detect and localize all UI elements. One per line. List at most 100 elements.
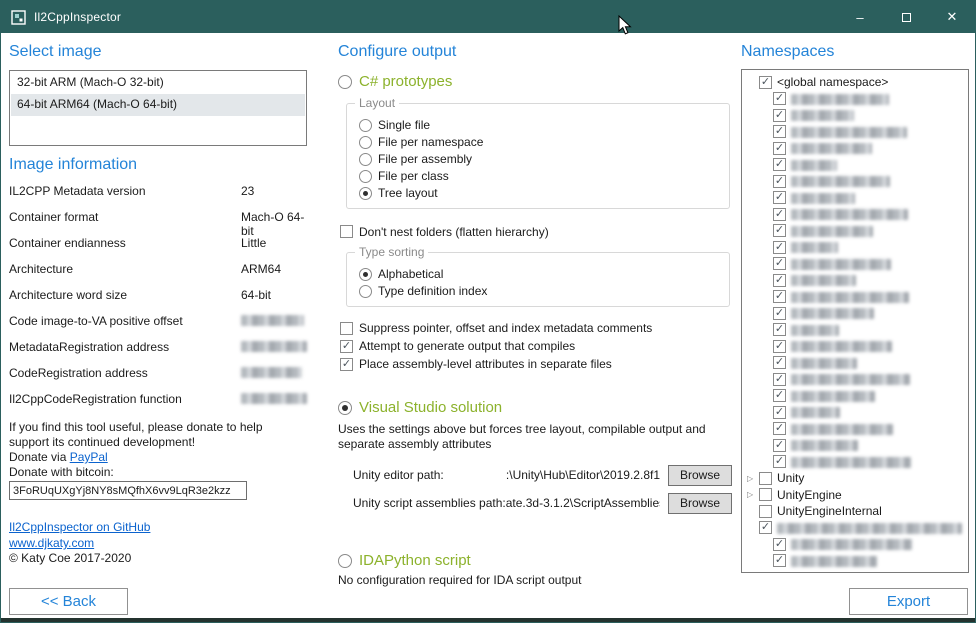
output-option[interactable]: ✓Place assembly-level attributes in sepa… [340,355,732,373]
radio-icon [359,187,372,200]
namespace-item[interactable]: ✓ [744,173,966,190]
csharp-prototypes-radio[interactable]: C# prototypes [338,73,732,90]
layout-option[interactable]: File per class [359,168,719,184]
namespace-item[interactable]: ✓ [744,91,966,108]
namespace-item[interactable]: ✓ [744,272,966,289]
configure-output-section: Configure output C# prototypes Layout Si… [338,33,732,588]
namespace-item[interactable]: ✓<global namespace> [744,74,966,91]
namespace-item[interactable]: ✓ [744,437,966,454]
namespace-item[interactable]: ✓ [744,256,966,273]
type-sorting-option[interactable]: Alphabetical [359,266,719,282]
unity-editor-path-label: Unity editor path: [353,468,444,482]
checkbox-icon[interactable]: ✓ [759,521,772,534]
layout-option[interactable]: Single file [359,117,719,133]
namespace-item[interactable]: ✓ [744,520,966,537]
unity-script-path-value[interactable]: ate.3d-3.1.2\ScriptAssemblies [506,496,660,510]
output-option[interactable]: Suppress pointer, offset and index metad… [340,319,732,337]
checkbox-icon[interactable] [759,472,772,485]
image-list-item[interactable]: 64-bit ARM64 (Mach-O 64-bit) [11,94,305,116]
bitcoin-address-input[interactable] [9,481,247,500]
namespace-item[interactable]: ✓ [744,206,966,223]
layout-option[interactable]: File per namespace [359,134,719,150]
checkbox-icon[interactable]: ✓ [773,92,786,105]
back-button[interactable]: << Back [9,588,128,615]
checkbox-icon[interactable]: ✓ [773,142,786,155]
namespace-item[interactable]: ✓ [744,322,966,339]
checkbox-icon[interactable]: ✓ [759,76,772,89]
checkbox-icon[interactable]: ✓ [773,323,786,336]
checkbox-icon[interactable]: ✓ [773,373,786,386]
expander-icon[interactable]: ▷ [746,488,759,501]
checkbox-icon[interactable]: ✓ [773,554,786,567]
checkbox-icon[interactable]: ✓ [773,274,786,287]
vs-solution-radio[interactable]: Visual Studio solution [338,399,732,416]
radio-icon [359,170,372,183]
namespace-item[interactable]: ✓ [744,421,966,438]
minimize-button[interactable]: – [837,1,883,33]
close-button[interactable]: ✕ [929,1,975,33]
checkbox-icon[interactable]: ✓ [773,109,786,122]
checkbox-icon[interactable]: ✓ [773,175,786,188]
unity-script-browse-button[interactable]: Browse [668,493,732,514]
namespace-item[interactable]: ✓ [744,338,966,355]
namespace-item[interactable]: ▷UnityEngine [744,487,966,504]
checkbox-icon[interactable]: ✓ [773,241,786,254]
checkbox-icon[interactable]: ✓ [773,356,786,369]
github-link[interactable]: Il2CppInspector on GitHub [9,520,150,535]
checkbox-icon[interactable]: ✓ [773,439,786,452]
namespace-item[interactable]: ✓ [744,223,966,240]
checkbox-icon[interactable]: ✓ [773,257,786,270]
namespace-item[interactable]: ✓ [744,536,966,553]
namespace-item[interactable]: ✓ [744,553,966,570]
namespace-list[interactable]: ✓<global namespace>✓✓✓✓✓✓✓✓✓✓✓✓✓✓✓✓✓✓✓✓✓… [741,69,969,573]
checkbox-icon[interactable]: ✓ [773,406,786,419]
layout-option[interactable]: File per assembly [359,151,719,167]
checkbox-icon[interactable]: ✓ [773,389,786,402]
namespace-item[interactable]: ✓ [744,454,966,471]
namespace-item[interactable]: UnityEngineInternal [744,503,966,520]
layout-option-label: Tree layout [378,186,438,200]
checkbox-icon[interactable]: ✓ [773,340,786,353]
namespace-item[interactable]: ✓ [744,140,966,157]
namespace-item[interactable]: ✓ [744,388,966,405]
image-list-item[interactable]: 32-bit ARM (Mach-O 32-bit) [11,72,305,94]
layout-option[interactable]: Tree layout [359,185,719,201]
flatten-checkbox[interactable]: Don't nest folders (flatten hierarchy) [340,223,732,240]
checkbox-icon[interactable]: ✓ [773,125,786,138]
namespace-item[interactable]: ✓ [744,157,966,174]
unity-editor-browse-button[interactable]: Browse [668,465,732,486]
namespace-item[interactable]: ✓ [744,107,966,124]
namespace-item[interactable]: ✓ [744,289,966,306]
checkbox-icon[interactable]: ✓ [773,208,786,221]
expander-icon[interactable]: ▷ [746,472,759,485]
checkbox-icon[interactable]: ✓ [773,422,786,435]
namespace-item[interactable]: ✓ [744,355,966,372]
checkbox-icon[interactable]: ✓ [773,158,786,171]
namespace-item[interactable]: ✓ [744,404,966,421]
namespace-item[interactable]: ▷Unity [744,470,966,487]
namespace-item[interactable]: ✓ [744,371,966,388]
titlebar[interactable]: Il2CppInspector – ✕ [1,1,975,33]
idapython-radio[interactable]: IDAPython script [338,552,732,569]
info-key: Code image-to-VA positive offset [9,314,241,328]
namespace-item[interactable]: ✓ [744,190,966,207]
checkbox-icon[interactable] [759,505,772,518]
export-button[interactable]: Export [849,588,968,615]
type-sorting-option[interactable]: Type definition index [359,283,719,299]
checkbox-icon[interactable]: ✓ [773,455,786,468]
maximize-button[interactable] [883,1,929,33]
website-link[interactable]: www.djkaty.com [9,536,307,551]
paypal-link[interactable]: PayPal [70,450,108,464]
output-option[interactable]: ✓Attempt to generate output that compile… [340,337,732,355]
checkbox-icon[interactable]: ✓ [773,538,786,551]
namespace-item[interactable]: ✓ [744,239,966,256]
checkbox-icon[interactable]: ✓ [773,191,786,204]
unity-editor-path-value[interactable]: :\Unity\Hub\Editor\2019.2.8f1 [444,468,660,482]
image-list[interactable]: 32-bit ARM (Mach-O 32-bit)64-bit ARM64 (… [9,70,307,146]
checkbox-icon[interactable]: ✓ [773,224,786,237]
checkbox-icon[interactable]: ✓ [773,290,786,303]
checkbox-icon[interactable]: ✓ [773,307,786,320]
namespace-item[interactable]: ✓ [744,124,966,141]
namespace-item[interactable]: ✓ [744,305,966,322]
checkbox-icon[interactable] [759,488,772,501]
